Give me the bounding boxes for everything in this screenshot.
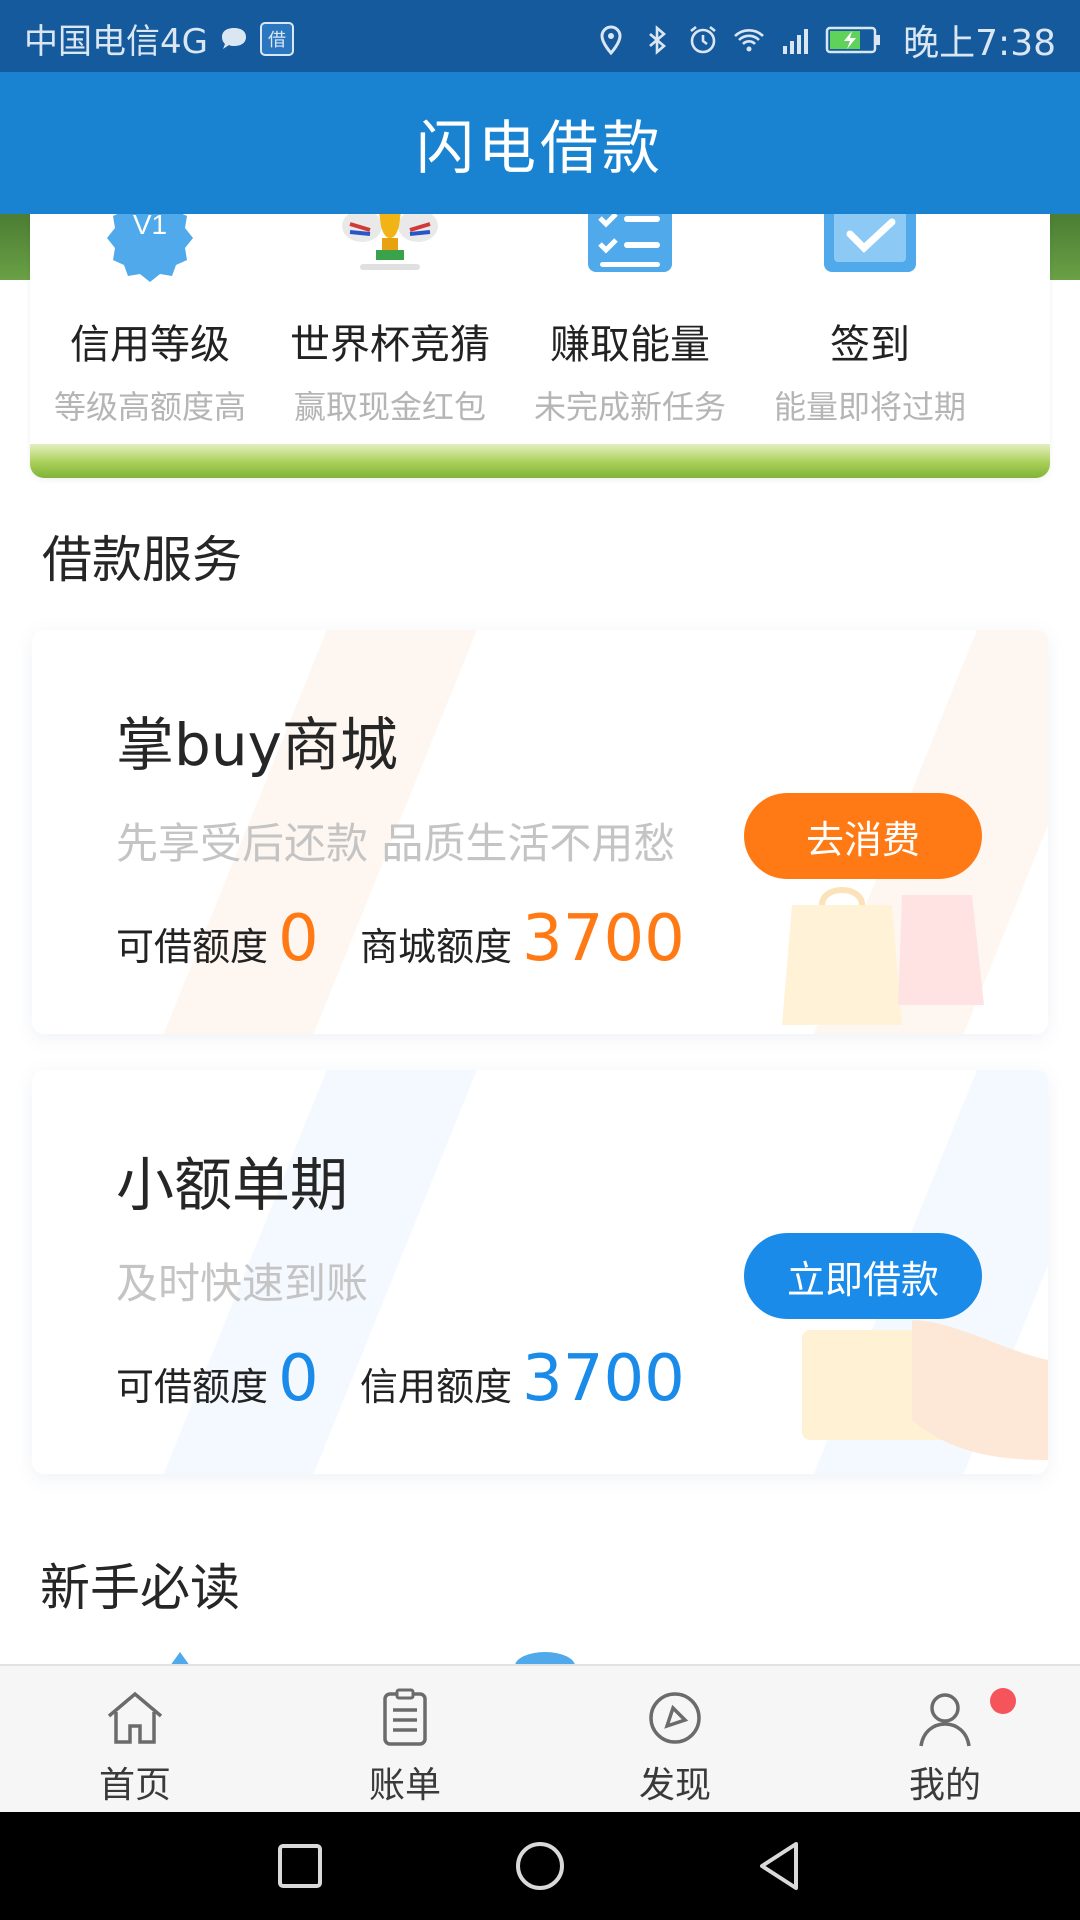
page-title: 闪电借款	[415, 114, 664, 182]
activity-subtitle: 赢取现金红包	[293, 388, 486, 426]
status-left: 中国电信4G 借	[24, 14, 294, 63]
activity-subtitle: 等级高额度高	[53, 388, 246, 426]
home-button[interactable]	[512, 1838, 568, 1894]
quota-label: 可借额度	[116, 1365, 269, 1409]
quota-value: 0	[278, 902, 319, 976]
nav-label: 我的	[908, 1765, 981, 1806]
card-subtitle: 先享受后还款 品质生活不用愁	[116, 819, 676, 868]
nav-label: 发现	[638, 1765, 711, 1806]
nav-label: 首页	[98, 1765, 171, 1806]
available-quota: 可借额度 0	[116, 902, 319, 976]
app-header: 闪电借款	[0, 72, 1080, 214]
card-title: 掌buy商城	[116, 711, 398, 779]
checklist-icon	[588, 214, 672, 272]
borrow-now-button[interactable]: 立即借款	[744, 1233, 982, 1319]
vip-badge-icon: V1	[107, 214, 193, 282]
bottom-nav: 首页 账单 发现 我的	[0, 1664, 1080, 1814]
activity-subtitle: 未完成新任务	[533, 388, 726, 426]
activity-title: 赚取能量	[550, 322, 710, 368]
status-bar: 中国电信4G 借 晚上7:38	[0, 0, 1080, 72]
message-bubble-icon	[221, 27, 246, 49]
vip-badge-text: V1	[133, 214, 167, 240]
nav-item-home[interactable]: 首页	[0, 1666, 270, 1814]
signal-4g-icon	[783, 29, 809, 54]
activity-checkin[interactable]: 签到 能量即将过期	[750, 214, 990, 444]
profile-icon	[919, 1693, 971, 1747]
available-quota: 可借额度 0	[116, 1342, 319, 1416]
credit-quota: 信用额度 3700	[360, 1342, 685, 1416]
go-shopping-button[interactable]: 去消费	[744, 793, 982, 879]
service-card-mall[interactable]: 掌buy商城 先享受后还款 品质生活不用愁 去消费 可借额度 0 商城额度 37…	[32, 630, 1048, 1034]
checkin-icon	[824, 214, 916, 272]
back-button[interactable]	[752, 1838, 808, 1894]
wifi-icon	[734, 29, 765, 52]
status-right: 晚上7:38	[595, 14, 1056, 66]
quota-value: 0	[278, 1342, 319, 1416]
activity-title: 信用等级	[70, 322, 230, 368]
nav-label: 账单	[368, 1765, 441, 1806]
section-title-newbie: 新手必读	[40, 1559, 240, 1617]
quota-label: 信用额度	[360, 1365, 513, 1409]
quota-label: 可借额度	[116, 925, 269, 969]
activity-banner: V1 信用等级 等级高额度高 世界杯竞猜 赢取现金红包 赚取能量 未完成新任务	[30, 214, 1050, 478]
activity-credit-level[interactable]: V1 信用等级 等级高额度高	[30, 214, 270, 444]
activity-title: 世界杯竞猜	[290, 322, 490, 368]
banner-background-right	[1050, 214, 1080, 280]
section-title-loan-services: 借款服务	[42, 531, 242, 589]
bluetooth-icon	[649, 25, 667, 55]
app-badge-icon: 借	[259, 21, 294, 56]
location-icon	[600, 25, 622, 56]
banner-background-left	[0, 214, 30, 280]
nav-item-discover[interactable]: 发现	[540, 1666, 810, 1814]
quota-value: 3700	[522, 902, 685, 976]
banner-grass-strip	[30, 444, 1050, 478]
shopping-bag-icon	[782, 887, 984, 1025]
home-icon	[107, 1691, 163, 1744]
mall-quota: 商城额度 3700	[360, 902, 685, 976]
activity-earn-energy[interactable]: 赚取能量 未完成新任务	[510, 214, 750, 444]
notification-dot	[990, 1688, 1016, 1714]
trophy-icon	[342, 214, 438, 270]
recents-button[interactable]	[272, 1838, 328, 1894]
clock: 晚上7:38	[903, 23, 1056, 64]
activity-world-cup[interactable]: 世界杯竞猜 赢取现金红包	[270, 214, 510, 444]
quota-value: 3700	[522, 1342, 685, 1416]
service-card-small-loan[interactable]: 小额单期 及时快速到账 立即借款 可借额度 0 信用额度 3700	[32, 1070, 1048, 1474]
card-title: 小额单期	[116, 1151, 349, 1219]
battery-charging-icon	[825, 26, 881, 54]
activity-title: 签到	[830, 322, 910, 368]
bill-icon	[383, 1688, 427, 1746]
card-hand-icon	[802, 1320, 1048, 1460]
nav-item-profile[interactable]: 我的	[810, 1666, 1080, 1814]
quota-label: 商城额度	[360, 925, 513, 969]
card-subtitle: 及时快速到账	[116, 1259, 369, 1308]
carrier-label: 中国电信4G	[24, 22, 208, 62]
system-nav-bar	[0, 1812, 1080, 1920]
compass-icon	[649, 1692, 701, 1744]
alarm-icon	[690, 25, 716, 54]
activity-subtitle: 能量即将过期	[773, 388, 966, 426]
nav-item-bill[interactable]: 账单	[270, 1666, 540, 1814]
